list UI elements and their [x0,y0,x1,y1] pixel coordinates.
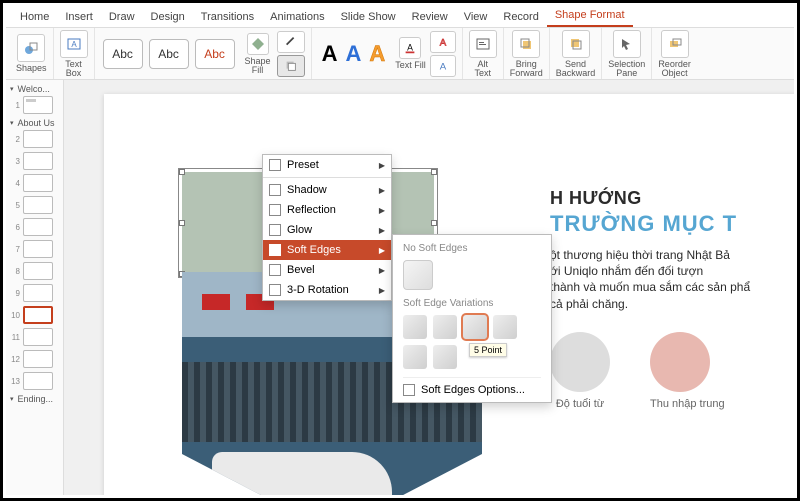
slide-thumb[interactable] [23,262,53,280]
tab-transitions[interactable]: Transitions [193,8,262,27]
soft-edge-variation-selected[interactable] [463,315,487,339]
slide-thumb[interactable] [23,218,53,236]
bring-forward-label: Bring Forward [510,60,543,78]
slide-canvas[interactable]: H HƯỚNG TRƯỜNG MỤC T ột thương hiệu thời… [64,80,794,495]
soft-edges-flyout: No Soft Edges Soft Edge Variations 5 Poi… [392,234,552,403]
slide-thumb-selected[interactable] [23,306,53,324]
ribbon-tabs: Home Insert Draw Design Transitions Anim… [6,6,794,28]
text-outline-button[interactable]: A [430,31,456,53]
menu-reflection[interactable]: Reflection▶ [263,200,391,220]
tab-home[interactable]: Home [12,8,57,27]
send-backward-button[interactable] [562,30,590,58]
slide-paragraph: ột thương hiệu thời trang Nhật Bả ới Uni… [550,247,794,312]
shape-style-2[interactable]: Abc [149,39,189,69]
slide-thumb[interactable] [23,130,53,148]
bring-forward-button[interactable] [512,30,540,58]
slide-text-block: H HƯỚNG TRƯỜNG MỤC T ột thương hiệu thời… [550,188,794,410]
svg-text:A: A [440,37,447,48]
svg-text:A: A [71,40,77,49]
slide-thumb[interactable] [23,240,53,258]
svg-text:A: A [440,61,447,72]
slide-thumb[interactable] [23,152,53,170]
menu-3d-rotation[interactable]: 3-D Rotation▶ [263,280,391,300]
shape-effects-button[interactable] [277,55,305,77]
selection-pane-button[interactable] [613,30,641,58]
flyout-no-soft-edges-label: No Soft Edges [403,243,541,254]
tab-view[interactable]: View [456,8,496,27]
shape-fill-label: Shape Fill [245,57,271,75]
slide-thumb[interactable] [23,284,53,302]
selection-pane-label: Selection Pane [608,60,645,78]
no-soft-edges-swatch[interactable] [403,260,433,290]
ribbon: Shapes A Text Box Abc Abc Abc Shape Fill [6,28,794,80]
soft-edge-variation[interactable] [433,345,457,369]
soft-edge-variation[interactable] [493,315,517,339]
section-welcome[interactable]: ▾Welco... [6,80,63,96]
tooltip: 5 Point [469,343,507,357]
soft-edge-variation[interactable] [403,315,427,339]
shape-fill-button[interactable] [247,33,269,55]
soft-edge-variation[interactable] [403,345,427,369]
wordart-style-1[interactable]: A [318,41,342,67]
slide-thumb[interactable] [23,196,53,214]
flyout-variations-label: Soft Edge Variations [403,298,541,309]
slide-thumb[interactable] [23,350,53,368]
text-fill-label: Text Fill [395,61,426,70]
menu-glow[interactable]: Glow▶ [263,220,391,240]
alt-text-button[interactable] [469,30,497,58]
shape-style-1[interactable]: Abc [103,39,143,69]
textbox-button[interactable]: A [60,30,88,58]
soft-edge-variation[interactable] [433,315,457,339]
slide-thumbnail-panel: ▾Welco... 1 ▾About Us 2 3 4 5 6 7 8 9 10… [6,80,64,495]
slide-caption-1: Độ tuổi từ [550,398,610,410]
slide-thumb[interactable] [23,174,53,192]
wordart-style-2[interactable]: A [341,41,365,67]
reorder-objects-button[interactable] [661,30,689,58]
slide-thumb[interactable] [23,96,53,114]
shape-outline-button[interactable] [277,31,305,53]
slide-thumb[interactable] [23,328,53,346]
slide-caption-2: Thu nhập trung [650,398,725,410]
text-fill-button[interactable]: A [399,37,421,59]
shape-effects-menu: Preset▶ Shadow▶ Reflection▶ Glow▶ Soft E… [262,154,392,301]
alt-text-label: Alt Text [474,60,491,78]
slide-heading-1: H HƯỚNG [550,188,794,209]
text-effects-button[interactable]: A [430,55,456,77]
menu-preset[interactable]: Preset▶ [263,155,391,175]
slide-circle-image-2 [650,332,710,392]
send-backward-label: Send Backward [556,60,596,78]
slide-thumb[interactable] [23,372,53,390]
shapes-label: Shapes [16,64,47,73]
tab-shape-format[interactable]: Shape Format [547,6,633,27]
slide-circle-image-1 [550,332,610,392]
section-about[interactable]: ▾About Us [6,114,63,130]
svg-text:A: A [408,43,414,53]
reorder-objects-label: Reorder Object [658,60,691,78]
tab-review[interactable]: Review [404,8,456,27]
section-ending[interactable]: ▾Ending... [6,390,63,406]
wordart-style-3[interactable]: A [365,41,389,67]
tab-insert[interactable]: Insert [57,8,101,27]
soft-edges-options[interactable]: Soft Edges Options... [403,377,541,396]
tab-draw[interactable]: Draw [101,8,143,27]
tab-animations[interactable]: Animations [262,8,332,27]
menu-soft-edges[interactable]: Soft Edges▶ [263,240,391,260]
tab-design[interactable]: Design [143,8,193,27]
shapes-gallery-button[interactable] [17,34,45,62]
textbox-label: Text Box [65,60,82,78]
menu-bevel[interactable]: Bevel▶ [263,260,391,280]
slide-heading-2: TRƯỜNG MỤC T [550,211,794,237]
menu-shadow[interactable]: Shadow▶ [263,180,391,200]
shape-style-3[interactable]: Abc [195,39,235,69]
tab-record[interactable]: Record [495,8,546,27]
tab-slideshow[interactable]: Slide Show [333,8,404,27]
